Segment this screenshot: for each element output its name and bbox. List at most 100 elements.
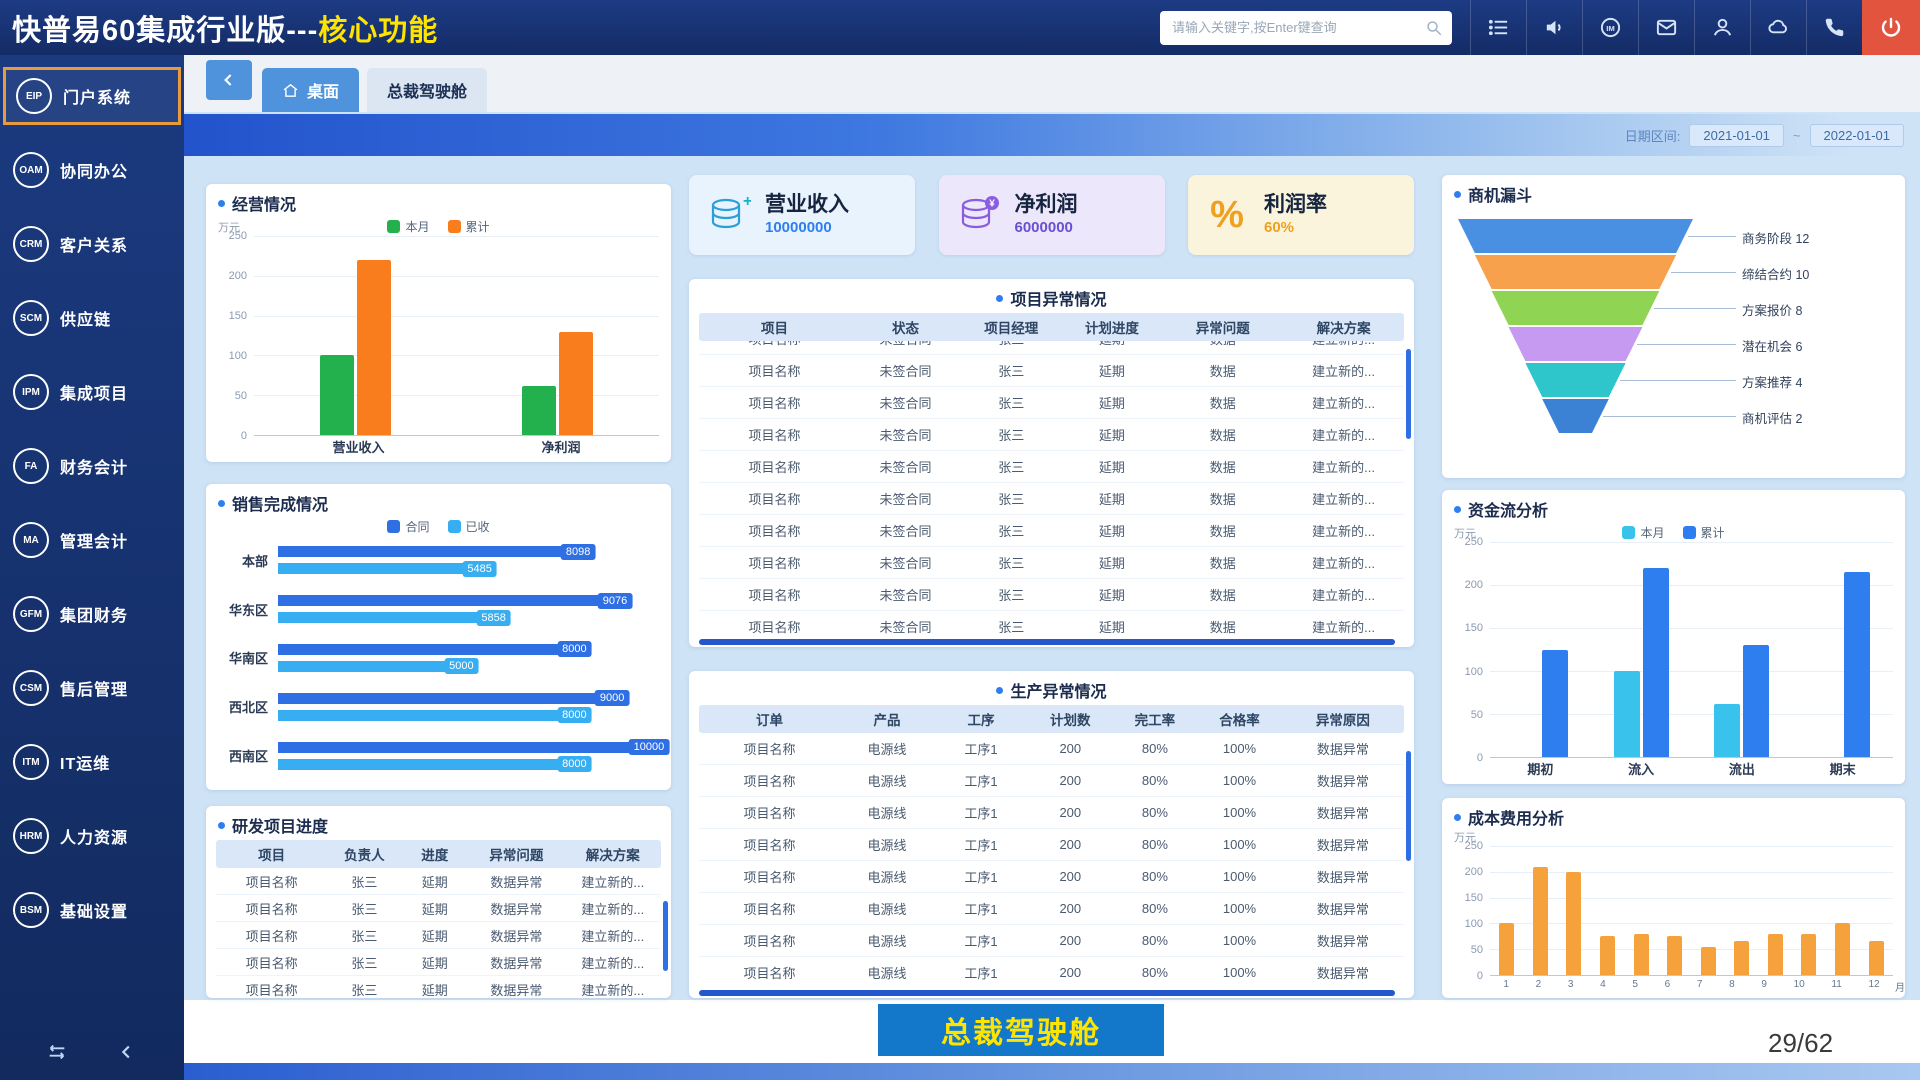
tab-desktop[interactable]: 桌面 xyxy=(262,68,359,112)
table-cell: 80% xyxy=(1113,893,1198,924)
bar-group xyxy=(1768,846,1783,975)
panel-title: 项目异常情况 xyxy=(689,279,1414,311)
sidebar-item-ipm[interactable]: IPM集成项目 xyxy=(0,355,184,429)
table-row[interactable]: 项目名称未签合同张三延期数据建立新的... xyxy=(699,387,1404,419)
tab-bar: 桌面 总裁驾驶舱 xyxy=(184,55,1920,112)
legend-swatch xyxy=(448,520,461,533)
bar-group xyxy=(1714,542,1769,757)
y-tick-label: 0 xyxy=(1477,752,1483,764)
bar-group xyxy=(1499,846,1514,975)
sidebar-item-ma[interactable]: MA管理会计 xyxy=(0,503,184,577)
table-cell: 张三 xyxy=(961,387,1062,418)
bullet-icon xyxy=(218,822,225,829)
bar xyxy=(1667,936,1682,975)
swap-arrows-icon[interactable] xyxy=(46,1041,68,1068)
user-icon[interactable] xyxy=(1694,0,1750,55)
sidebar-item-csm[interactable]: CSM售后管理 xyxy=(0,651,184,725)
table-row[interactable]: 项目名称电源线工序120080%100%数据异常 xyxy=(699,957,1404,988)
sidebar-item-gfm[interactable]: GFM集团财务 xyxy=(0,577,184,651)
column-header: 订单 xyxy=(699,705,840,733)
power-button[interactable] xyxy=(1862,0,1920,55)
table-row[interactable]: 项目名称电源线工序120080%100%数据异常 xyxy=(699,829,1404,861)
table-row[interactable]: 项目名称电源线工序120080%100%数据异常 xyxy=(699,765,1404,797)
table-cell: 建立新的... xyxy=(565,895,661,921)
bar xyxy=(278,693,617,704)
table-cell: 张三 xyxy=(961,579,1062,610)
table-row[interactable]: 项目名称电源线工序120080%100%数据异常 xyxy=(699,733,1404,765)
funnel-label: 商机评估 2 xyxy=(1742,408,1802,427)
bar xyxy=(1542,650,1568,758)
table-row[interactable]: 项目名称电源线工序120080%100%数据异常 xyxy=(699,861,1404,893)
horizontal-scrollbar[interactable] xyxy=(699,990,1395,996)
back-button[interactable] xyxy=(206,60,252,100)
table-row[interactable]: 项目名称电源线工序120080%100%数据异常 xyxy=(699,925,1404,957)
vertical-scrollbar[interactable] xyxy=(663,901,668,971)
sidebar-item-crm[interactable]: CRM客户关系 xyxy=(0,207,184,281)
table-row[interactable]: 项目名称未签合同张三延期数据建立新的... xyxy=(699,419,1404,451)
table-row[interactable]: 项目名称未签合同张三延期数据建立新的... xyxy=(699,483,1404,515)
profit-coins-icon: ¥ xyxy=(955,192,1001,238)
sidebar-item-bsm[interactable]: BSM基础设置 xyxy=(0,873,184,947)
table-row[interactable]: 项目名称未签合同张三延期数据建立新的... xyxy=(699,341,1404,355)
bar xyxy=(1743,645,1769,757)
table-row[interactable]: 项目名称未签合同张三延期数据建立新的... xyxy=(699,451,1404,483)
phone-icon[interactable] xyxy=(1806,0,1862,55)
table-cell: 数据异常 xyxy=(1282,893,1404,924)
kpi-profit-rate[interactable]: % 利润率60% xyxy=(1188,175,1414,255)
sidebar-item-hrm[interactable]: HRM人力资源 xyxy=(0,799,184,873)
table-cell: 100% xyxy=(1197,765,1282,796)
sidebar-item-eip[interactable]: EIP门户系统 xyxy=(3,67,181,125)
sidebar-item-fa[interactable]: FA财务会计 xyxy=(0,429,184,503)
table-row[interactable]: 项目名称张三延期数据异常建立新的... xyxy=(216,868,661,895)
speaker-icon[interactable] xyxy=(1526,0,1582,55)
y-tick-label: 100 xyxy=(1465,918,1483,930)
funnel-connector xyxy=(1603,416,1736,417)
sidebar-item-label: 财务会计 xyxy=(60,454,128,478)
table-row[interactable]: 项目名称张三延期数据异常建立新的... xyxy=(216,949,661,976)
table-cell: 工序1 xyxy=(934,765,1028,796)
bar-group xyxy=(1667,846,1682,975)
bullet-icon xyxy=(218,200,225,207)
chart-legend: 本月累计 xyxy=(1454,522,1893,542)
vertical-scrollbar[interactable] xyxy=(1406,349,1411,439)
table-row[interactable]: 项目名称未签合同张三延期数据建立新的... xyxy=(699,547,1404,579)
horizontal-scrollbar[interactable] xyxy=(699,639,1395,645)
sidebar-item-itm[interactable]: ITMIT运维 xyxy=(0,725,184,799)
collapse-chevron-icon[interactable] xyxy=(116,1041,138,1068)
search-input[interactable] xyxy=(1160,11,1452,45)
mail-icon[interactable] xyxy=(1638,0,1694,55)
table-row[interactable]: 项目名称未签合同张三延期数据建立新的... xyxy=(699,611,1404,635)
date-start-input[interactable]: 2021-01-01 xyxy=(1689,124,1784,147)
panel-business-chart: 经营情况 本月累计万元250200150100500营业收入净利润 xyxy=(206,184,671,462)
table-row[interactable]: 项目名称张三延期数据异常建立新的... xyxy=(216,922,661,949)
sidebar-item-scm[interactable]: SCM供应链 xyxy=(0,281,184,355)
table-cell: 项目名称 xyxy=(699,611,850,635)
bullet-icon xyxy=(996,687,1003,694)
column-header: 解决方案 xyxy=(565,840,661,868)
im-icon[interactable]: IM xyxy=(1582,0,1638,55)
y-tick-label: 200 xyxy=(229,270,247,282)
table-row[interactable]: 项目名称未签合同张三延期数据建立新的... xyxy=(699,579,1404,611)
table-row[interactable]: 项目名称电源线工序120080%100%数据异常 xyxy=(699,893,1404,925)
tab-dashboard[interactable]: 总裁驾驶舱 xyxy=(367,68,487,112)
table-row[interactable]: 项目名称张三延期数据异常建立新的... xyxy=(216,976,661,998)
table-row[interactable]: 项目名称张三延期数据异常建立新的... xyxy=(216,895,661,922)
kpi-revenue[interactable]: + 营业收入10000000 xyxy=(689,175,915,255)
table-row[interactable]: 项目名称电源线工序120080%100%数据异常 xyxy=(699,797,1404,829)
table-cell: 数据 xyxy=(1162,515,1283,546)
list-icon[interactable] xyxy=(1470,0,1526,55)
date-end-input[interactable]: 2022-01-01 xyxy=(1810,124,1905,147)
vertical-scrollbar[interactable] xyxy=(1406,751,1411,861)
cloud-icon[interactable] xyxy=(1750,0,1806,55)
sidebar-item-oam[interactable]: OAM协同办公 xyxy=(0,133,184,207)
kpi-net-profit[interactable]: ¥ 净利润6000000 xyxy=(939,175,1165,255)
table-cell: 未签合同 xyxy=(850,483,961,514)
table-cell: 项目名称 xyxy=(216,868,327,894)
panel-cost-chart: 成本费用分析 万元250200150100500123456789101112月 xyxy=(1442,798,1905,998)
table-row[interactable]: 项目名称未签合同张三延期数据建立新的... xyxy=(699,515,1404,547)
funnel-connector xyxy=(1671,272,1736,273)
table-row[interactable]: 项目名称未签合同张三延期数据建立新的... xyxy=(699,355,1404,387)
table-cell: 未签合同 xyxy=(850,341,961,354)
bar xyxy=(522,386,556,435)
bar xyxy=(559,332,593,435)
